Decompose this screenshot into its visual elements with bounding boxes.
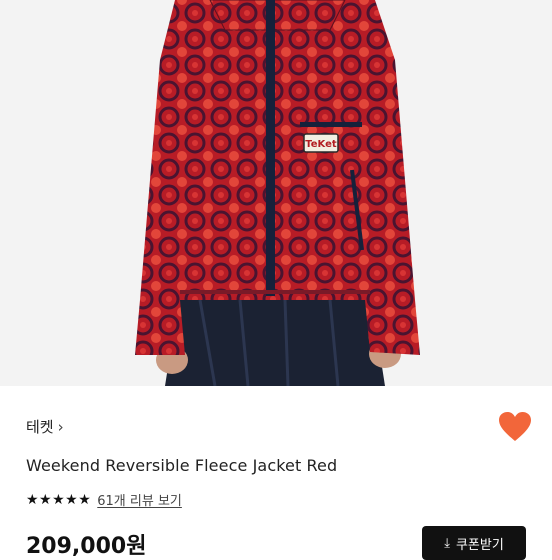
brand-patch-logo: TeKet xyxy=(305,139,337,150)
product-title: Weekend Reversible Fleece Jacket Red xyxy=(26,456,338,475)
product-info-panel: 테켓 › Weekend Reversible Fleece Jacket Re… xyxy=(0,386,552,560)
coupon-label: 쿠폰받기 xyxy=(455,537,504,553)
chevron-right-icon: › xyxy=(57,417,64,436)
brand-link[interactable]: 테켓 › xyxy=(26,416,64,437)
brand-name: 테켓 xyxy=(26,418,54,436)
star-rating-icon: ★★★★★ xyxy=(26,491,92,508)
heart-icon[interactable] xyxy=(498,411,532,443)
product-price: 209,000원 xyxy=(26,534,147,559)
download-icon: ⤓ xyxy=(444,535,450,551)
rating-row: ★★★★★ 61개 리뷰 보기 xyxy=(26,490,182,510)
review-link[interactable]: 61개 리뷰 보기 xyxy=(97,490,182,509)
coupon-button[interactable]: ⤓ 쿠폰받기 xyxy=(422,526,526,560)
jacket-photo: TeKet xyxy=(0,0,552,386)
product-image[interactable]: TeKet xyxy=(0,0,552,386)
